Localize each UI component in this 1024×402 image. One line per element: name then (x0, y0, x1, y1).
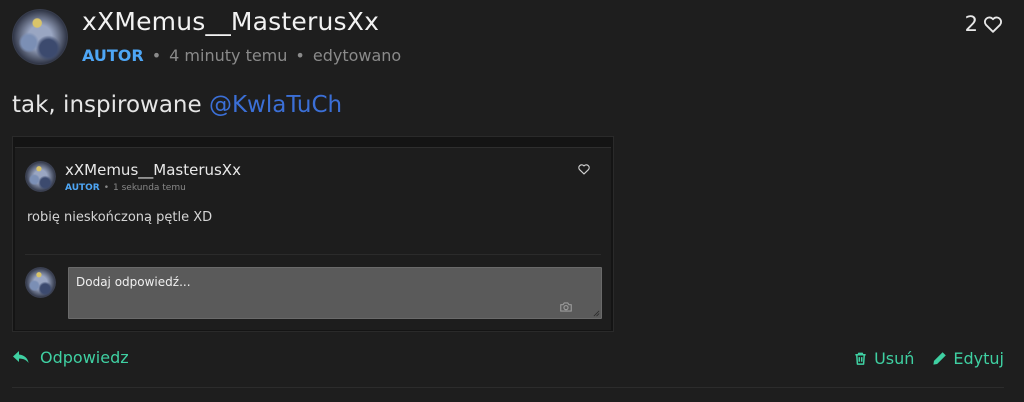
author-avatar[interactable] (12, 9, 68, 65)
trash-icon (855, 352, 866, 365)
comment-meta: AUTOR • 4 minuty temu • edytowano (82, 46, 401, 65)
comment-actions: Usuń Edytuj (853, 349, 1004, 368)
divider (12, 387, 1004, 388)
resize-handle-icon (593, 310, 600, 317)
heart-icon (578, 164, 590, 175)
delete-button[interactable]: Usuń (853, 349, 914, 368)
meta-separator: • (103, 183, 110, 193)
reply-button[interactable]: Odpowiedz (12, 348, 129, 367)
comment-text: tak, inspirowane (12, 92, 209, 118)
meta-separator: • (295, 46, 305, 65)
edited-label: edytowano (312, 46, 402, 65)
reply-arrow-icon (13, 350, 29, 363)
like-button[interactable]: 2 (965, 12, 1004, 36)
like-count: 2 (964, 12, 978, 36)
embedded-time: 1 sekunda temu (113, 183, 186, 193)
embedded-reply-avatar (25, 267, 56, 298)
meta-separator: • (151, 46, 162, 65)
embedded-author-name: xXMemus__MasterusXx (65, 161, 241, 179)
camera-icon (560, 302, 572, 312)
embedded-comment-text: robię nieskończoną pętle XD (27, 210, 213, 225)
edit-button[interactable]: Edytuj (932, 349, 1004, 368)
user-mention[interactable]: @KwlaTuCh (209, 92, 342, 118)
comment-body: tak, inspirowane @KwlaTuCh (12, 92, 342, 118)
delete-label: Usuń (874, 349, 915, 368)
author-name[interactable]: xXMemus__MasterusXx (82, 7, 379, 36)
author-badge: AUTOR (82, 46, 144, 65)
embedded-badge: AUTOR (65, 183, 100, 193)
embedded-avatar (25, 161, 56, 192)
reply-label: Odpowiedz (40, 348, 129, 367)
embedded-screenshot[interactable]: xXMemus__MasterusXx AUTOR • 1 sekunda te… (12, 136, 614, 332)
comment-time[interactable]: 4 minuty temu (169, 46, 287, 65)
reply-placeholder: Dodaj odpowiedź... (76, 275, 191, 289)
edit-label: Edytuj (953, 349, 1004, 368)
embedded-reply-input: Dodaj odpowiedź... (68, 267, 602, 319)
pencil-icon (933, 352, 947, 365)
heart-icon (984, 16, 1002, 33)
embedded-meta: AUTOR • 1 sekunda temu (65, 183, 186, 193)
divider (25, 254, 601, 255)
embedded-comment: xXMemus__MasterusXx AUTOR • 1 sekunda te… (15, 147, 611, 330)
